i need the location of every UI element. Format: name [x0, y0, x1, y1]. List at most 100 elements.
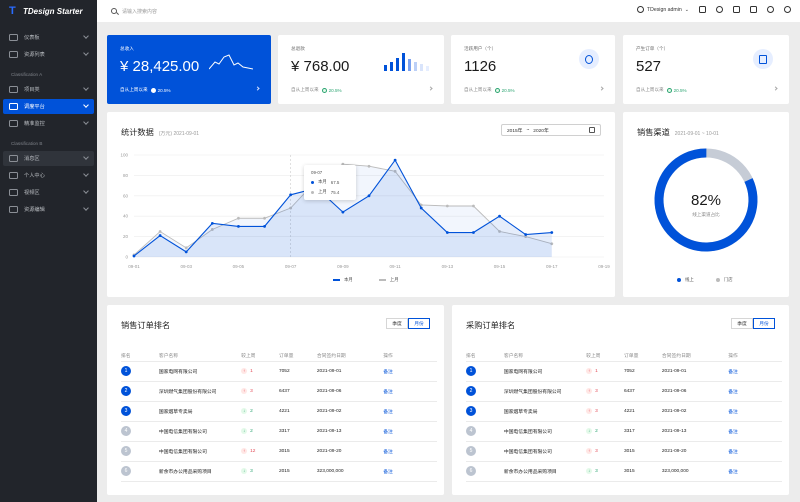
rank-badge: 5	[466, 446, 476, 456]
stat-value: 1126	[464, 58, 497, 75]
note-link[interactable]: 备注	[383, 361, 437, 382]
data-point[interactable]	[419, 206, 423, 210]
customer-name: 中国电信集团有限公司	[158, 421, 242, 442]
globe-icon[interactable]	[716, 6, 723, 13]
data-point[interactable]	[263, 225, 266, 228]
stat-card-revenue[interactable]: 总收入 ¥ 28,425.00 自从上周以来 20.5%	[107, 35, 271, 104]
note-link[interactable]: 备注	[728, 381, 782, 402]
tooltip-series-value: 75.4	[330, 189, 340, 195]
note-link[interactable]: 备注	[728, 441, 782, 462]
stat-label: 产生订单（个）	[636, 46, 669, 51]
change-cell: ↑ 3	[241, 381, 279, 402]
tab-quarter[interactable]: 季度	[731, 318, 753, 329]
data-point[interactable]	[237, 225, 240, 228]
sidebar-item-video[interactable]: 视频区	[3, 185, 94, 200]
settings-icon[interactable]	[784, 6, 791, 13]
x-tick-label: 09-11	[390, 264, 402, 269]
sidebar-item-projects[interactable]: 项目类	[3, 82, 94, 97]
rank-badge: 3	[466, 406, 476, 416]
stat-card-active-users[interactable]: 活跃用户（个） 1126 自从上周以来 20.5%	[451, 35, 615, 104]
data-point[interactable]	[524, 233, 528, 236]
note-link[interactable]: 备注	[383, 461, 437, 482]
app-logo[interactable]: T TDesign Starter	[0, 0, 97, 22]
stat-footer: 自从上周以来 20.5%	[291, 87, 342, 93]
data-point[interactable]	[472, 204, 475, 208]
data-point[interactable]	[550, 231, 554, 234]
data-point[interactable]	[158, 234, 162, 237]
table-row: 6 新余市办公用品采购项目 ↓ 3 2015 323,000,000 备注	[121, 461, 437, 482]
note-link[interactable]: 备注	[728, 421, 782, 442]
legend-swatch	[715, 278, 720, 282]
github-icon[interactable]	[750, 6, 757, 13]
user-menu[interactable]: TDesign admin ⌄	[636, 6, 689, 13]
column-header: 操作	[728, 350, 782, 362]
chevron-down-icon	[83, 85, 89, 91]
calendar-icon[interactable]	[733, 6, 740, 13]
data-point[interactable]	[289, 193, 293, 197]
contract-date: 2021-09-06	[661, 381, 729, 402]
mail-icon[interactable]	[699, 6, 706, 13]
trend-chart[interactable]: 0 20 40 60 80 100 09-01 09-03 09-05 09-07 09-09 09-…	[107, 112, 615, 297]
note-link[interactable]: 备注	[383, 441, 437, 462]
data-point[interactable]	[367, 194, 371, 198]
data-point[interactable]	[367, 164, 371, 168]
legend-item[interactable]: 门店	[715, 277, 733, 283]
sidebar-item-profile[interactable]: 个人中心	[3, 168, 94, 183]
note-link[interactable]: 备注	[383, 401, 437, 422]
sidebar-item-messages[interactable]: 消息区	[3, 151, 94, 166]
data-point[interactable]	[263, 216, 266, 220]
sidebar-item-dashboard[interactable]: 仪表板	[3, 30, 94, 45]
legend-item[interactable]: 线上	[677, 277, 694, 283]
sidebar-item-scheduler[interactable]: 调度平台	[3, 99, 94, 114]
data-point[interactable]	[393, 158, 397, 162]
note-link[interactable]: 备注	[728, 461, 782, 482]
chevron-down-icon	[83, 188, 89, 194]
contract-date: 323,000,000	[316, 461, 384, 482]
chart-legend: 本月 上月	[333, 277, 399, 283]
legend-swatch	[677, 278, 681, 282]
data-point[interactable]	[445, 204, 449, 208]
data-point[interactable]	[158, 230, 162, 233]
help-icon[interactable]	[767, 6, 774, 13]
sidebar-item-editor[interactable]: 资源编辑	[3, 202, 94, 217]
stat-card-refund[interactable]: 总退款 ¥ 768.00 自从上周以来 20.5%	[278, 35, 444, 104]
legend-item[interactable]: 上月	[378, 277, 399, 283]
data-point[interactable]	[184, 250, 188, 254]
rank-cell: 1	[121, 361, 159, 382]
tab-month[interactable]: 月份	[753, 318, 775, 329]
data-point[interactable]	[472, 231, 475, 234]
change-cell: ↓ 2	[586, 421, 624, 442]
purchase-ranking-table: 排名 客户名称 较上周 订单量 合同签约日期 操作 1 国家电网有限公司 ↑ 1 7052 2021…	[466, 350, 782, 482]
note-link[interactable]: 备注	[728, 361, 782, 382]
sidebar-item-monitor[interactable]: 精准监控	[3, 116, 94, 131]
table-row: 4 中国电信集团有限公司 ↓ 2 3317 2021-09-13 备注	[121, 421, 437, 442]
column-header: 排名	[466, 350, 504, 362]
column-header: 较上周	[241, 350, 279, 362]
order-count: 6437	[278, 381, 317, 402]
contract-date: 2021-09-01	[316, 361, 384, 382]
data-point[interactable]	[498, 214, 501, 218]
legend-item[interactable]: 本月	[333, 277, 353, 283]
data-point[interactable]	[237, 216, 240, 220]
data-point[interactable]	[341, 210, 345, 214]
rank-cell: 1	[466, 361, 504, 382]
tab-month[interactable]: 月份	[408, 318, 430, 329]
change-value: 12	[250, 448, 256, 454]
data-point[interactable]	[184, 246, 188, 250]
search-box[interactable]: 请输入搜索内容	[111, 8, 157, 15]
customer-name: 国家烟草专卖局	[158, 401, 242, 422]
search-input[interactable]: 请输入搜索内容	[122, 8, 157, 15]
order-count: 2015	[278, 461, 317, 482]
tab-quarter[interactable]: 季度	[386, 318, 408, 329]
sidebar-item-resources[interactable]: 资源列表	[3, 47, 94, 62]
note-link[interactable]: 备注	[728, 401, 782, 422]
y-tick-label: 0	[125, 255, 128, 260]
column-header: 排名	[121, 350, 159, 362]
note-link[interactable]: 备注	[383, 381, 437, 402]
data-point[interactable]	[132, 254, 136, 258]
data-point[interactable]	[445, 231, 449, 234]
note-link[interactable]: 备注	[383, 421, 437, 442]
stat-card-orders[interactable]: 产生订单（个） 527 自从上周以来 20.5%	[623, 35, 789, 104]
customer-name: 深圳燃气集团股份有限公司	[503, 381, 587, 402]
data-point[interactable]	[210, 221, 214, 225]
